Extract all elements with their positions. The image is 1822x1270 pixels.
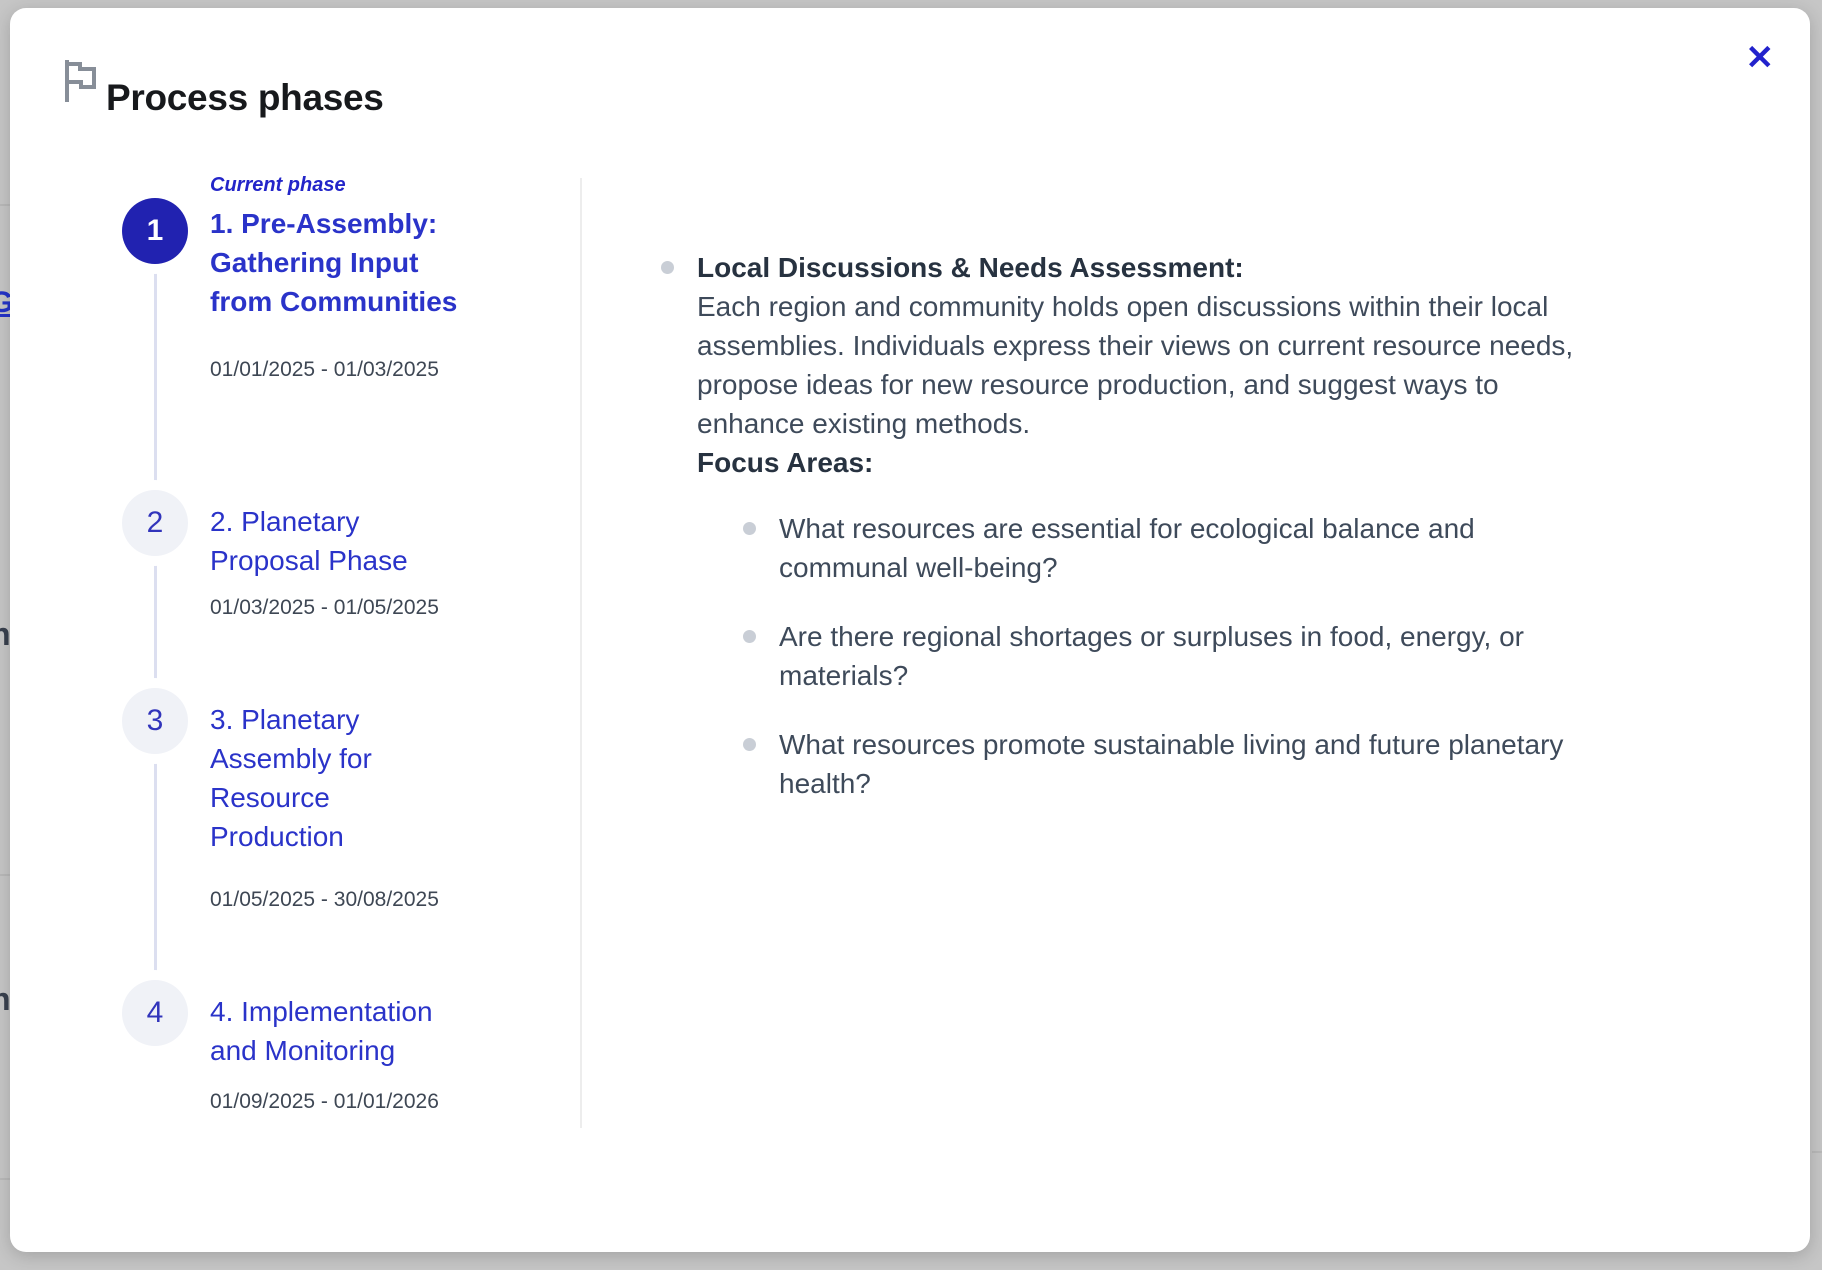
- phase-1-step-indicator[interactable]: 1: [122, 198, 188, 264]
- background-edge-line: [0, 1178, 10, 1180]
- list-item: Local Discussions & Needs Assessment: Ea…: [659, 248, 1609, 803]
- flag-icon: [60, 56, 102, 104]
- phase-3-title-link[interactable]: 3. Planetary Assembly for Resource Produ…: [210, 700, 460, 856]
- focus-question: What resources promote sustainable livin…: [779, 729, 1563, 799]
- current-phase-label: Current phase: [210, 174, 346, 197]
- background-edge-line: [1812, 1151, 1822, 1153]
- list-item: Are there regional shortages or surpluse…: [743, 617, 1609, 695]
- phase-2-dates: 01/03/2025 - 01/05/2025: [210, 596, 439, 620]
- dialog-title: Process phases: [106, 77, 384, 119]
- background-edge-line: [0, 874, 10, 876]
- panel-divider: [580, 178, 582, 1128]
- timeline-connector-line: [154, 208, 157, 1013]
- list-item: What resources promote sustainable livin…: [743, 725, 1609, 803]
- phase-4-dates: 01/09/2025 - 01/01/2026: [210, 1090, 439, 1114]
- phase-2-step-indicator[interactable]: 2: [122, 490, 188, 556]
- list-item: What resources are essential for ecologi…: [743, 509, 1609, 587]
- process-phases-dialog: Process phases ✕ 1 Current phase 1. Pre-…: [10, 8, 1810, 1252]
- phase-details-panel: Local Discussions & Needs Assessment: Ea…: [659, 248, 1609, 833]
- focus-question: What resources are essential for ecologi…: [779, 513, 1475, 583]
- close-icon[interactable]: ✕: [1740, 40, 1781, 76]
- phase-2-title-link[interactable]: 2. Planetary Proposal Phase: [210, 502, 460, 580]
- focus-question: Are there regional shortages or surpluse…: [779, 621, 1524, 691]
- details-heading: Local Discussions & Needs Assessment:: [697, 248, 1609, 287]
- phase-3-step-indicator[interactable]: 3: [122, 688, 188, 754]
- background-edge-line: [0, 204, 10, 206]
- phase-1-dates: 01/01/2025 - 01/03/2025: [210, 358, 439, 382]
- phase-3-number: 3: [147, 704, 164, 738]
- bullet-icon: [661, 261, 674, 274]
- phase-4-title-link[interactable]: 4. Implementation and Monitoring: [210, 992, 460, 1070]
- phase-4-step-indicator[interactable]: 4: [122, 980, 188, 1046]
- focus-areas-label: Focus Areas:: [697, 443, 1609, 482]
- bullet-icon: [743, 630, 756, 643]
- bullet-icon: [743, 738, 756, 751]
- phase-2-number: 2: [147, 506, 164, 540]
- bullet-icon: [743, 522, 756, 535]
- phase-1-number: 1: [147, 214, 164, 248]
- phase-4-number: 4: [147, 996, 164, 1030]
- phase-3-dates: 01/05/2025 - 30/08/2025: [210, 888, 439, 912]
- details-description: Each region and community holds open dis…: [697, 287, 1609, 443]
- background-text-fragment: n: [0, 983, 11, 1015]
- background-text-fragment: n: [0, 618, 11, 650]
- focus-areas-list: What resources are essential for ecologi…: [743, 509, 1609, 803]
- phase-1-title-link[interactable]: 1. Pre-Assembly: Gathering Input from Co…: [210, 204, 460, 321]
